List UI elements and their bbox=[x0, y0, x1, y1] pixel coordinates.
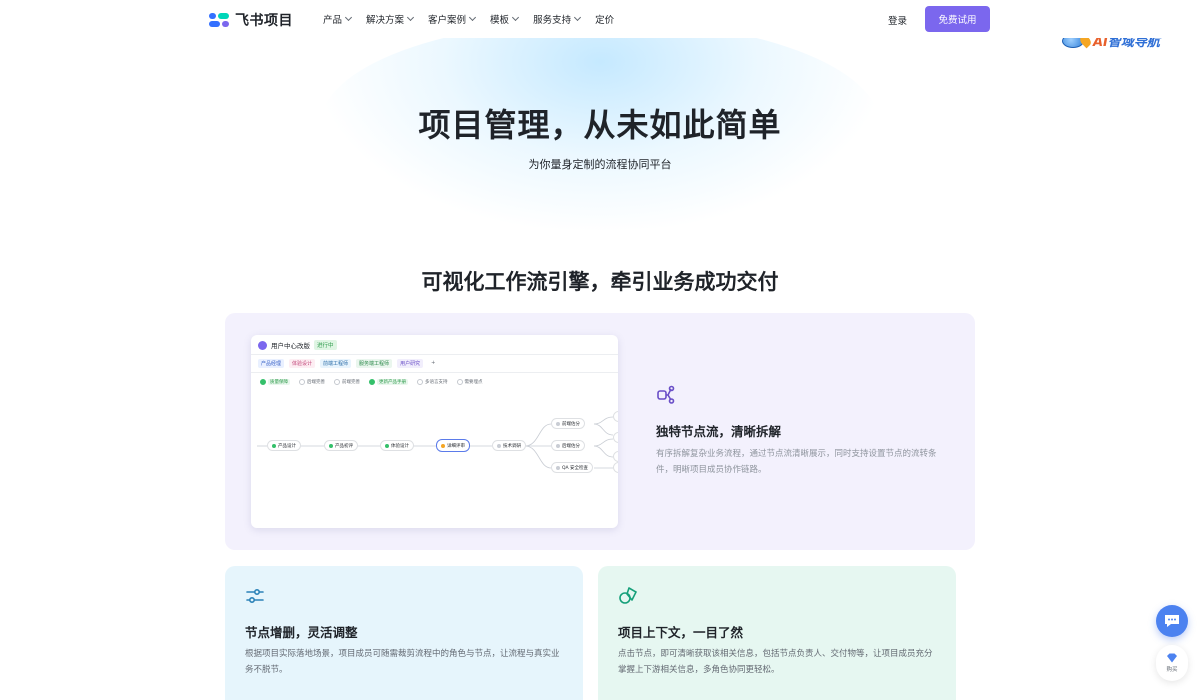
chat-button[interactable] bbox=[1156, 605, 1188, 637]
login-link[interactable]: 登录 bbox=[888, 13, 907, 27]
flow-node-clipped[interactable] bbox=[613, 432, 618, 443]
logo[interactable]: 飞书项目 bbox=[209, 10, 293, 30]
flow-node-clipped[interactable] bbox=[613, 462, 618, 473]
node-label: 前端估分 bbox=[562, 421, 580, 427]
flow-node[interactable]: QA 安全检查 bbox=[551, 462, 594, 473]
status-dot bbox=[556, 443, 560, 448]
node-label: QA 安全检查 bbox=[562, 465, 589, 471]
flow-node[interactable]: 前端估分 bbox=[551, 418, 585, 429]
flow-node[interactable]: 产品设计 bbox=[267, 440, 301, 451]
menu-label: 产品 bbox=[323, 15, 343, 26]
main-menu: 产品 解决方案 客户案例 模板 服务支持 定价 bbox=[323, 12, 614, 26]
feature-description: 根据项目实际落地场景，项目成员可随需裁剪流程中的角色与节点，让流程与真实业务不脱… bbox=[245, 649, 560, 675]
slider-adjust-icon bbox=[246, 588, 264, 604]
menu-label: 解决方案 bbox=[366, 15, 405, 26]
top-nav: 飞书项目 产品 解决方案 客户案例 模板 服务支持 定价 登录 免费试用 bbox=[0, 0, 1200, 38]
context-shapes-icon bbox=[619, 587, 637, 604]
menu-item-product[interactable]: 产品 bbox=[323, 12, 353, 26]
chevron-down-icon bbox=[406, 13, 415, 22]
status-dot bbox=[497, 443, 501, 448]
menu-label: 服务支持 bbox=[533, 15, 572, 26]
buy-button[interactable]: 购买 bbox=[1156, 645, 1188, 681]
feishu-logo-icon bbox=[209, 12, 229, 28]
hero-title: 项目管理，从未如此简单 bbox=[418, 106, 782, 144]
feature-title: 独特节点流，清晰拆解 bbox=[656, 424, 782, 439]
feature-description: 点击节点，即可清晰获取该相关信息，包括节点负责人、交付物等，让项目成员充分掌握上… bbox=[618, 649, 933, 675]
flow-node[interactable]: 体验设计 bbox=[380, 440, 414, 451]
diamond-icon bbox=[1167, 653, 1177, 663]
workflow-screenshot: 用户中心改版 进行中 产品经理 体验设计 前端工程师 服务端工程师 用户研究 +… bbox=[251, 335, 618, 528]
flow-node[interactable]: 产品初评 bbox=[324, 440, 358, 451]
chevron-down-icon bbox=[344, 13, 353, 22]
feature-card-node-edit: 节点增删，灵活调整 根据项目实际落地场景，项目成员可随需裁剪流程中的角色与节点，… bbox=[225, 566, 583, 700]
chevron-down-icon bbox=[574, 13, 582, 22]
flow-node-active[interactable]: 详细评审 bbox=[436, 439, 470, 452]
feature-description: 有序拆解复杂业务流程，通过节点流清晰展示，同时支持设置节点的流转条件，明晰项目成… bbox=[656, 449, 937, 475]
free-trial-button[interactable]: 免费试用 bbox=[925, 6, 990, 32]
hero-subtitle: 为你量身定制的流程协同平台 bbox=[528, 158, 672, 171]
node-label: 技术调研 bbox=[503, 443, 521, 449]
flow-node-clipped[interactable] bbox=[613, 451, 618, 462]
chevron-down-icon bbox=[469, 13, 477, 22]
chat-bubble-icon bbox=[1165, 615, 1179, 627]
node-label: 体验设计 bbox=[391, 443, 409, 449]
status-dot bbox=[385, 443, 389, 448]
menu-item-templates[interactable]: 模板 bbox=[490, 12, 520, 26]
node-label: 后端估分 bbox=[562, 443, 580, 449]
section-title: 可视化工作流引擎，牵引业务成功交付 bbox=[421, 270, 779, 294]
menu-label: 定价 bbox=[595, 15, 615, 26]
feature-card-context: 项目上下文，一目了然 点击节点，即可清晰获取该相关信息，包括节点负责人、交付物等… bbox=[598, 566, 956, 700]
menu-item-pricing[interactable]: 定价 bbox=[595, 12, 614, 26]
flow-node-clipped[interactable] bbox=[613, 411, 618, 422]
flow-node[interactable]: 后端估分 bbox=[551, 440, 585, 451]
node-label: 详细评审 bbox=[447, 443, 465, 449]
feature-title: 节点增删，灵活调整 bbox=[245, 625, 358, 640]
chevron-down-icon bbox=[512, 13, 520, 22]
flow-node[interactable]: 技术调研 bbox=[492, 440, 526, 451]
flow-connectors bbox=[257, 416, 614, 469]
node-flow-icon bbox=[657, 385, 675, 404]
buy-label: 购买 bbox=[1166, 667, 1178, 673]
menu-item-solutions[interactable]: 解决方案 bbox=[366, 12, 415, 26]
menu-label: 模板 bbox=[490, 15, 510, 26]
feature-card-node-flow: 用户中心改版 进行中 产品经理 体验设计 前端工程师 服务端工程师 用户研究 +… bbox=[225, 313, 975, 550]
status-dot bbox=[556, 421, 560, 426]
status-dot bbox=[556, 465, 560, 470]
feature-title: 项目上下文，一目了然 bbox=[618, 625, 744, 640]
menu-item-support[interactable]: 服务支持 bbox=[533, 12, 582, 26]
logo-text: 飞书项目 bbox=[235, 13, 293, 29]
menu-item-cases[interactable]: 客户案例 bbox=[428, 12, 477, 26]
node-label: 产品初评 bbox=[335, 443, 353, 449]
status-dot bbox=[441, 443, 445, 448]
node-label: 产品设计 bbox=[278, 443, 296, 449]
status-dot bbox=[272, 443, 276, 448]
status-dot bbox=[329, 443, 333, 448]
menu-label: 客户案例 bbox=[428, 15, 467, 26]
